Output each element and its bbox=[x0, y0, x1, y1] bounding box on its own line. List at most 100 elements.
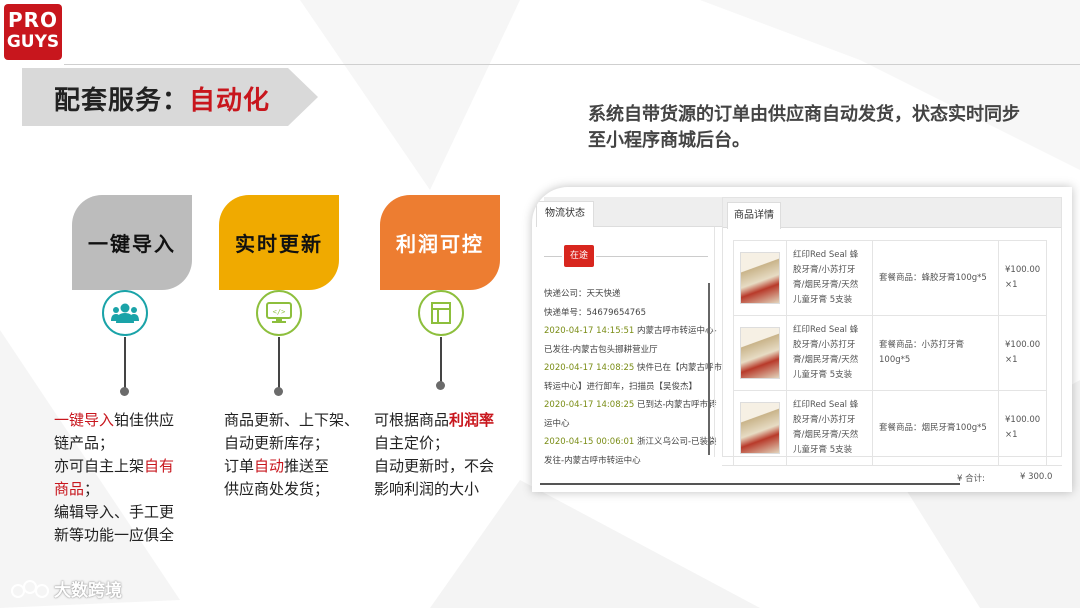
log-timestamp: 2020-04-17 14:08:25 bbox=[544, 400, 635, 410]
page-title: 配套服务：自动化 bbox=[54, 80, 270, 117]
log-text: 已到达-内蒙古呼市转 bbox=[634, 400, 717, 410]
log-timestamp: 2020-04-15 00:06:01 bbox=[544, 437, 635, 447]
log-timestamp: 2020-04-17 14:15:51 bbox=[544, 326, 635, 336]
table-row: 红印Red Seal 蜂胶牙膏/小苏打牙膏/烟民牙膏/天然儿童牙膏 5支装 套餐商… bbox=[733, 240, 1048, 316]
feature-text-line: 一键导入铂佳供应 bbox=[54, 409, 194, 432]
product-price-cell: ¥100.00 ×1 bbox=[997, 315, 1048, 391]
feature-text-segment: 新等功能一应俱全 bbox=[54, 526, 175, 544]
scrollbar[interactable] bbox=[708, 283, 710, 455]
tab-logistics-status[interactable]: 物流状态 bbox=[536, 201, 594, 227]
connector-line bbox=[440, 337, 442, 383]
feature-text-line: 亦可自主上架自有 bbox=[54, 455, 194, 478]
log-text: 快递公司：天天快递 bbox=[544, 289, 621, 299]
log-text: 内蒙古呼市转运中心- bbox=[634, 326, 717, 336]
table-row: 红印Red Seal 蜂胶牙膏/小苏打牙膏/烟民牙膏/天然儿童牙膏 5支装 套餐商… bbox=[733, 315, 1048, 391]
svg-text:</>: </> bbox=[273, 308, 286, 316]
feature-icon-wrapper bbox=[102, 290, 148, 336]
feature-text-segment: 铂佳供应 bbox=[114, 411, 175, 429]
logistics-line: 快递公司：天天快递 bbox=[544, 285, 712, 304]
logistics-line: 2020-04-17 14:08:25 快件已在【内蒙古呼市 bbox=[544, 359, 722, 378]
panel-bottom-rule bbox=[540, 483, 960, 485]
feature-text-segment: 编辑导入、手工更 bbox=[54, 503, 175, 521]
feature-text-segment: 自动更新时，不会 bbox=[374, 457, 495, 475]
logistics-line: 转运中心】进行卸车，扫描员【吴俊杰】 bbox=[544, 378, 712, 397]
feature-icon-wrapper bbox=[418, 290, 464, 336]
logistics-line: 已发往-内蒙古包头挪耕营业厅 bbox=[544, 341, 712, 360]
feature-text-line: 商品； bbox=[54, 478, 194, 501]
feature-text-line: 自动更新库存； bbox=[224, 432, 374, 455]
product-price-cell: ¥100.00 ×1 bbox=[997, 240, 1048, 316]
log-timestamp: 2020-04-17 14:08:25 bbox=[544, 363, 635, 373]
feature-text-line: 供应商处发货； bbox=[224, 478, 374, 501]
log-text: 快递单号：54679654765 bbox=[544, 307, 646, 318]
log-text: 已发往-内蒙古包头挪耕营业厅 bbox=[544, 344, 658, 355]
feature-text-line: 可根据商品利润率 bbox=[374, 409, 514, 432]
status-divider bbox=[544, 256, 562, 257]
connector-dot bbox=[120, 387, 129, 396]
feature-text-segment: 商品更新、上下架、 bbox=[224, 411, 360, 429]
product-spec: 套餐商品：烟民牙膏100g*5 bbox=[872, 390, 999, 466]
feature-text-line: 自主定价； bbox=[374, 432, 514, 455]
product-price: ¥100.00 bbox=[1005, 340, 1041, 350]
product-price: ¥100.00 bbox=[1005, 265, 1041, 275]
product-detail-pane: 商品详情 红印Red Seal 蜂胶牙膏/小苏打牙膏/烟民牙膏/天然儿童牙膏 5… bbox=[722, 197, 1062, 466]
feature-description-realtime: 商品更新、上下架、 自动更新库存； 订单自动推送至供应商处发货； bbox=[224, 409, 374, 501]
logo-line1: PRO bbox=[7, 8, 59, 32]
product-price: ¥100.00 bbox=[1005, 415, 1041, 425]
feature-text-segment: 供应商处发货； bbox=[224, 480, 330, 498]
total-value: ¥ 300.0 bbox=[1020, 472, 1053, 482]
product-spec: 套餐商品：蜂胶牙膏100g*5 bbox=[872, 240, 999, 316]
tab-product-detail[interactable]: 商品详情 bbox=[727, 202, 781, 229]
log-text: 发往-内蒙古呼市转运中心 bbox=[544, 455, 641, 466]
product-thumb-cell bbox=[733, 390, 787, 466]
logo-line2: GUYS bbox=[6, 32, 60, 52]
feature-text-segment: 自主定价； bbox=[374, 434, 450, 452]
proguys-logo: PRO GUYS bbox=[4, 4, 62, 60]
feature-text-line: 影响利润的大小 bbox=[374, 478, 514, 501]
feature-text-line: 订单自动推送至 bbox=[224, 455, 374, 478]
product-qty: ×1 bbox=[1005, 280, 1018, 290]
watermark-logo-icon bbox=[11, 579, 49, 598]
logistics-line: 快递单号：54679654765 bbox=[544, 304, 712, 323]
feature-text-line: 自动更新时，不会 bbox=[374, 455, 514, 478]
feature-text-segment: 自有 bbox=[144, 457, 175, 475]
feature-text-segment: 链产品； bbox=[54, 434, 115, 452]
order-screenshot-panel: 物流状态 在途 快递公司：天天快递快递单号：54679654765 2020-04… bbox=[532, 187, 1072, 492]
product-thumbnail[interactable] bbox=[740, 327, 780, 379]
log-text: 运中心 bbox=[544, 418, 570, 429]
feature-text-line: 商品更新、上下架、 bbox=[224, 409, 374, 432]
product-thumbnail[interactable] bbox=[740, 402, 780, 454]
product-thumb-cell bbox=[733, 315, 787, 391]
feature-text-line: 新等功能一应俱全 bbox=[54, 524, 194, 547]
monitor-code-icon: </> bbox=[266, 302, 292, 323]
logistics-log: 快递公司：天天快递快递单号：54679654765 2020-04-17 14:1… bbox=[544, 285, 722, 471]
feature-icon-wrapper: </> bbox=[256, 290, 302, 336]
logistics-line: 2020-04-15 00:06:01 浙江义乌公司-已装袋 bbox=[544, 433, 717, 452]
feature-description-import: 一键导入铂佳供应链产品； 亦可自主上架自有 商品； 编辑导入、手工更 新等功能一应俱全 bbox=[54, 409, 194, 547]
feature-card-realtime: 实时更新 bbox=[219, 195, 339, 290]
feature-text-segment: 一键导入 bbox=[54, 411, 115, 429]
product-name: 红印Red Seal 蜂胶牙膏/小苏打牙膏/烟民牙膏/天然儿童牙膏 5支装 bbox=[786, 315, 873, 391]
product-thumbnail[interactable] bbox=[740, 252, 780, 304]
product-qty: ×1 bbox=[1005, 430, 1018, 440]
product-name: 红印Red Seal 蜂胶牙膏/小苏打牙膏/烟民牙膏/天然儿童牙膏 5支装 bbox=[786, 390, 873, 466]
logistics-line: 发往-内蒙古呼市转运中心 bbox=[544, 452, 712, 471]
feature-text-segment: 影响利润的大小 bbox=[374, 480, 480, 498]
logistics-line: 2020-04-17 14:08:25 已到达-内蒙古呼市转 bbox=[544, 396, 717, 415]
status-badge: 在途 bbox=[564, 245, 594, 267]
feature-text-segment: 自动更新库存； bbox=[224, 434, 330, 452]
log-text: 转运中心】进行卸车，扫描员【吴俊杰】 bbox=[544, 381, 698, 392]
product-name: 红印Red Seal 蜂胶牙膏/小苏打牙膏/烟民牙膏/天然儿童牙膏 5支装 bbox=[786, 240, 873, 316]
product-qty: ×1 bbox=[1005, 355, 1018, 365]
feature-text-segment: 自动 bbox=[254, 457, 285, 475]
document-icon bbox=[431, 302, 451, 324]
status-divider bbox=[596, 256, 708, 257]
connector-line bbox=[278, 337, 280, 389]
feature-description-profit: 可根据商品利润率自主定价； 自动更新时，不会 影响利润的大小 bbox=[374, 409, 514, 501]
watermark-text: 大数跨境 bbox=[54, 581, 122, 601]
title-prefix: 配套服务： bbox=[54, 86, 190, 116]
product-table: 红印Red Seal 蜂胶牙膏/小苏打牙膏/烟民牙膏/天然儿童牙膏 5支装 套餐商… bbox=[733, 240, 1048, 466]
connector-line bbox=[124, 337, 126, 389]
feature-text-segment: 订单 bbox=[224, 457, 255, 475]
feature-card-import: 一键导入 bbox=[72, 195, 192, 290]
